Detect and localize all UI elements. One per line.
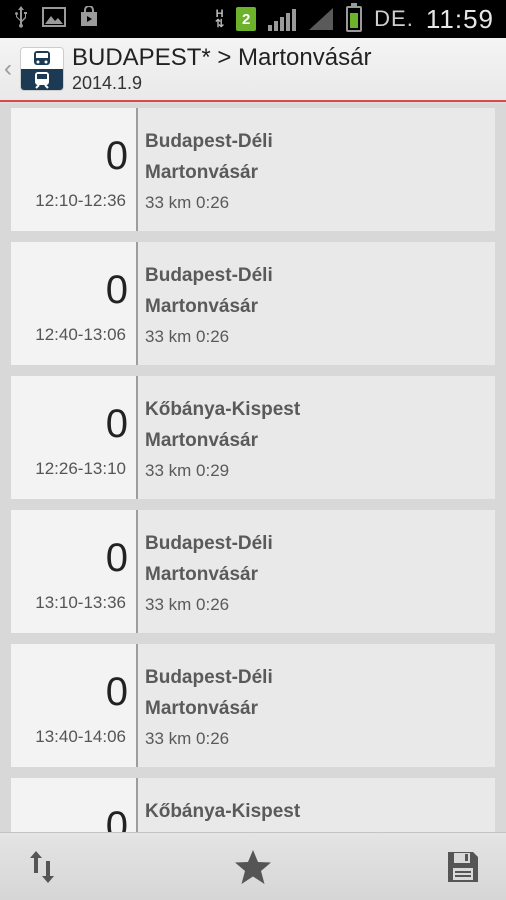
arrival-station: Martonvásár (145, 430, 258, 451)
signal-icon (308, 7, 334, 31)
distance-duration: 33 km 0:26 (145, 595, 230, 614)
battery-icon (346, 3, 363, 32)
clock-ampm: DE. (374, 6, 414, 31)
transfer-count: 0 (105, 804, 128, 832)
time-range: 13:40-14:06 (35, 727, 126, 746)
connection-list[interactable]: 0 12:10-12:36 Budapest-Déli Martonvásár … (0, 104, 506, 832)
departure-station: Budapest-Déli (145, 533, 273, 554)
departure-station: Kőbánya-Kispest (145, 801, 301, 822)
distance-duration: 33 km 0:26 (145, 327, 230, 346)
status-bar: H ⇅ 2 DE. 11:59 (0, 0, 506, 38)
favorite-button[interactable] (233, 847, 273, 887)
transfer-count: 0 (105, 268, 128, 312)
connection-card[interactable]: 0 12:10-12:36 Budapest-Déli Martonvásár … (11, 108, 495, 231)
connection-card[interactable]: 0 12:40-13:06 Budapest-Déli Martonvásár … (11, 242, 495, 365)
action-bar: ‹ BUDAPEST* > Martonvásár 2014.1.9 (0, 38, 506, 102)
transfer-count: 0 (105, 536, 128, 580)
save-button[interactable] (443, 847, 483, 887)
train-icon (35, 71, 49, 89)
time-range: 12:10-12:36 (35, 191, 126, 210)
departure-station: Budapest-Déli (145, 265, 273, 286)
departure-station: Budapest-Déli (145, 667, 273, 688)
distance-duration: 33 km 0:29 (145, 461, 230, 480)
departure-station: Kőbánya-Kispest (145, 399, 301, 420)
time-range: 13:10-13:36 (35, 593, 126, 612)
usb-icon (12, 5, 30, 33)
clock-time: 11:59 (425, 3, 494, 34)
signal-icon (268, 7, 297, 31)
arrival-station: Martonvásár (145, 564, 258, 585)
star-icon (235, 850, 271, 884)
distance-duration: 33 km 0:26 (145, 729, 230, 748)
connection-card[interactable]: 0 13:10-13:36 Budapest-Déli Martonvásár … (11, 510, 495, 633)
image-icon (42, 7, 66, 31)
swap-direction-icon (30, 851, 54, 883)
bus-icon (34, 50, 50, 65)
departure-station: Budapest-Déli (145, 131, 273, 152)
arrival-station: Martonvásár (145, 698, 258, 719)
page-title: BUDAPEST* > Martonvásár (72, 44, 372, 71)
shop-icon (78, 5, 100, 32)
connection-card[interactable]: 0 13:40-14:06 Budapest-Déli Martonvásár … (11, 644, 495, 767)
time-range: 12:26-13:10 (35, 459, 126, 478)
back-chevron-icon[interactable]: ‹ (4, 57, 18, 81)
page-subtitle-date: 2014.1.9 (72, 73, 143, 93)
network-type-indicator: H ⇅ (214, 8, 225, 30)
distance-duration: 33 km 0:26 (145, 193, 230, 212)
connection-card[interactable]: 0 12:26-13:10 Kőbánya-Kispest Martonvásá… (11, 376, 495, 499)
transfer-count: 0 (105, 134, 128, 178)
arrival-station: Martonvásár (145, 162, 258, 183)
app-logo[interactable] (20, 47, 64, 91)
bottom-action-bar (0, 832, 506, 900)
notification-badge: 2 (236, 7, 257, 31)
time-range: 12:40-13:06 (35, 325, 126, 344)
connection-card[interactable]: 0 Kőbánya-Kispest (11, 778, 495, 832)
swap-direction-button[interactable] (22, 847, 62, 887)
transfer-count: 0 (105, 402, 128, 446)
network-type-label: H (215, 8, 224, 20)
transfer-count: 0 (105, 670, 128, 714)
save-icon (448, 852, 478, 882)
arrival-station: Martonvásár (145, 296, 258, 317)
